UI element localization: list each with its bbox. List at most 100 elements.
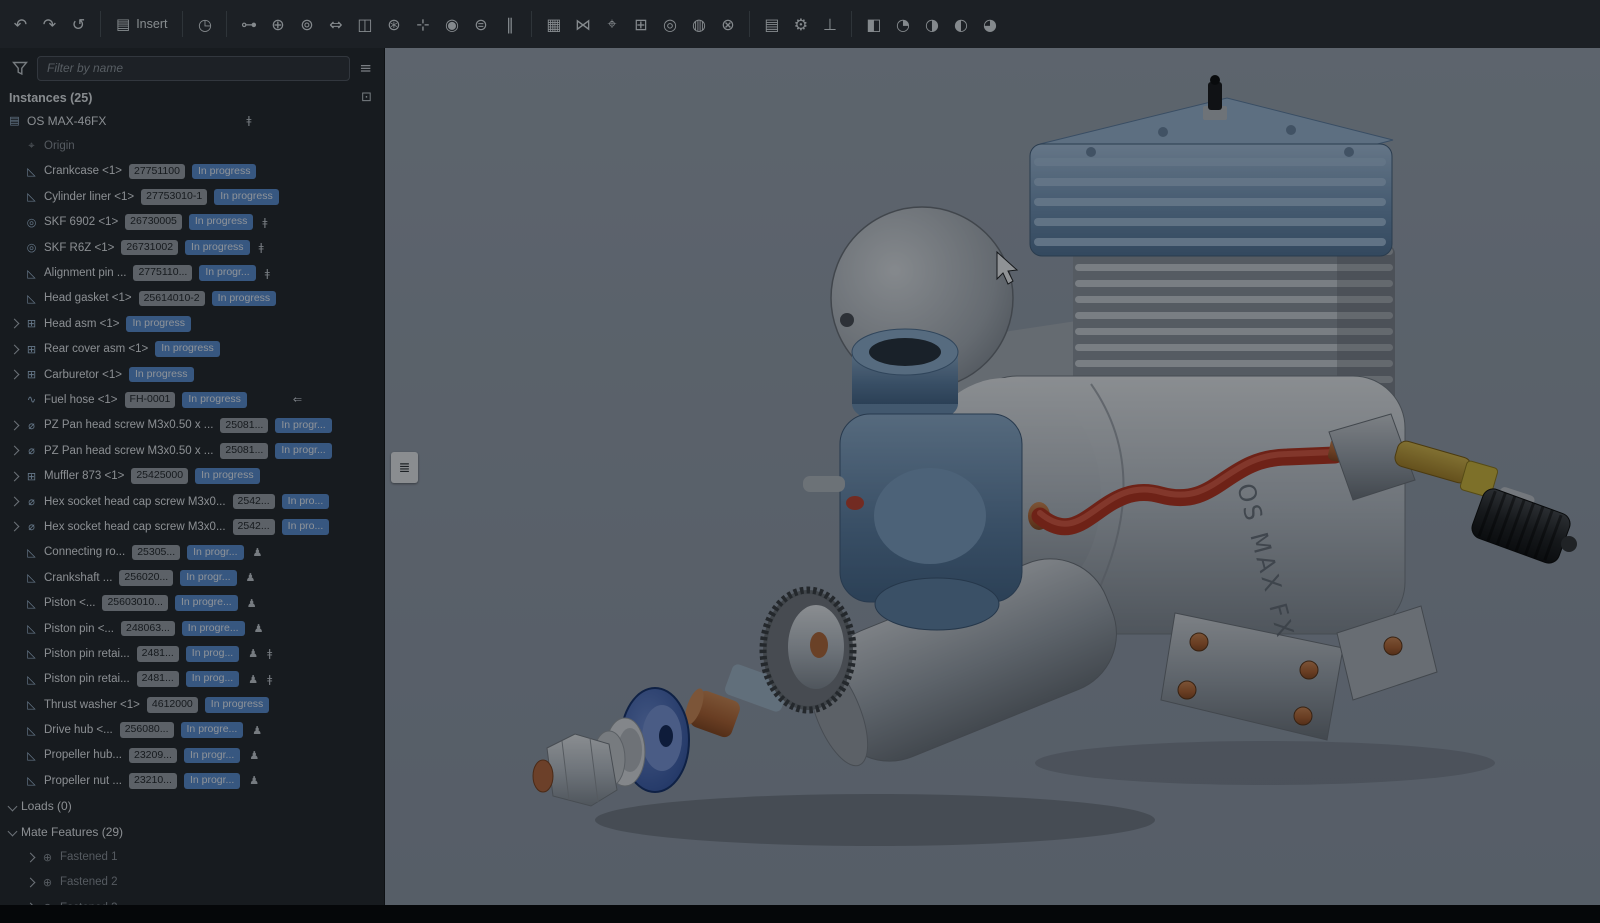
bom-icon[interactable]: ▤ — [757, 9, 786, 39]
tree-row[interactable]: ⊞Head asm <1>In progress — [0, 311, 384, 336]
status-badge: In progress — [126, 316, 191, 332]
undo-icon[interactable]: ↶ — [6, 9, 35, 39]
parallel-mate-icon[interactable]: ∥ — [495, 9, 524, 39]
expand-chevron[interactable] — [10, 370, 20, 380]
tree-row[interactable]: ◺Piston pin <...248063...In progre...♟ — [0, 616, 384, 641]
top-toolbar: ↶↷↺ ▤ Insert ◷ ⊶⊕⊚⇔◫⊛⊹◉⊜∥ ▦⋈⌖⊞◎◍⊗ ▤⚙⊥ ◧◔◑◐◕ — [0, 0, 1600, 48]
expand-chevron[interactable] — [10, 446, 20, 456]
expand-chevron[interactable] — [10, 420, 20, 430]
section-view-icon[interactable]: ◧ — [859, 9, 888, 39]
explode-icon[interactable]: ⊗ — [713, 9, 742, 39]
tree-row[interactable]: ⊕Fastened 2 — [0, 870, 384, 895]
needle-knob[interactable] — [1469, 486, 1573, 566]
tree-row[interactable]: ⊞Muffler 873 <1>25425000In progress — [0, 463, 384, 488]
linear-pattern-icon[interactable]: ⊞ — [626, 9, 655, 39]
expand-chevron[interactable] — [26, 877, 36, 887]
item-label: PZ Pan head screw M3x0.50 x ... — [44, 445, 213, 457]
tree-row[interactable]: ◎SKF 6902 <1>26730005In progressǂ — [0, 210, 384, 235]
drive-hub[interactable] — [763, 590, 853, 710]
filter-funnel-icon[interactable] — [12, 60, 28, 76]
fastened-mate-icon[interactable]: ⊕ — [263, 9, 292, 39]
tree-section-row[interactable]: Mate Features (29) — [0, 819, 384, 844]
expand-chevron[interactable] — [10, 522, 20, 532]
prop-nut[interactable] — [547, 734, 617, 806]
tree-row[interactable]: ◺Crankcase <1>27751100In progress — [0, 159, 384, 184]
tree-row[interactable]: ◺Piston pin retai...2481...In prog...♟ǂ — [0, 641, 384, 666]
tree-row[interactable]: ◺Propeller nut ...23210...In progr...♟ — [0, 768, 384, 793]
tree-row[interactable]: ◺Piston pin retai...2481...In prog...♟ǂ — [0, 667, 384, 692]
tangent-mate-icon[interactable]: ⊜ — [466, 9, 495, 39]
prop-shaft-assembly[interactable] — [533, 590, 853, 806]
pin-slot-mate-icon[interactable]: ⊹ — [408, 9, 437, 39]
glow-plug[interactable] — [1203, 75, 1227, 120]
chevron-gutter — [4, 828, 21, 835]
status-badge: In pro... — [282, 494, 330, 510]
list-view-icon[interactable]: ≡ — [359, 59, 372, 77]
expand-chevron[interactable] — [8, 801, 18, 811]
tree-row[interactable]: ◎SKF R6Z <1>26731002In progressǂ — [0, 235, 384, 260]
circular-pattern-icon[interactable]: ◎ — [655, 9, 684, 39]
expand-chevron[interactable] — [10, 497, 20, 507]
viewport[interactable]: OS MAX FX — [385, 48, 1600, 905]
cylinder-head[interactable] — [1030, 75, 1393, 256]
revolute-mate-icon[interactable]: ⊚ — [292, 9, 321, 39]
tree-row[interactable]: ⌀PZ Pan head screw M3x0.50 x ...25081...… — [0, 413, 384, 438]
redo-icon[interactable]: ↷ — [35, 9, 64, 39]
tree-row[interactable]: ◺Head gasket <1>25614010-2In progress — [0, 286, 384, 311]
planar-mate-icon[interactable]: ◫ — [350, 9, 379, 39]
tree-row[interactable]: ◺Piston <...25603010...In progre...♟ — [0, 590, 384, 615]
tree-row[interactable]: ◺Thrust washer <1>4612000In progress — [0, 692, 384, 717]
tree-row[interactable]: ⊕Fastened 3 — [0, 895, 384, 905]
tree-section-row[interactable]: Loads (0) — [0, 794, 384, 819]
filter-input[interactable] — [37, 56, 350, 81]
measure-icon[interactable]: ⊥ — [815, 9, 844, 39]
tree-row[interactable]: ⊕Fastened 1 — [0, 844, 384, 869]
tree-row[interactable]: ▤OS MAX-46FXǂ — [0, 108, 384, 133]
tree-row[interactable]: ⌀Hex socket head cap screw M3x0...2542..… — [0, 489, 384, 514]
expand-chevron[interactable] — [10, 319, 20, 329]
expand-chevron[interactable] — [26, 852, 36, 862]
person-icon: ♟ — [249, 774, 259, 787]
mate-connector-icon[interactable]: ⌖ — [597, 9, 626, 39]
slider-mate-icon[interactable]: ⇔ — [321, 9, 350, 39]
insert-button[interactable]: ▤ Insert — [108, 8, 175, 40]
tree-row[interactable]: ◺Connecting ro...25305...In progr...♟ — [0, 540, 384, 565]
group-icon[interactable]: ▦ — [539, 9, 568, 39]
part-number-chip: 25614010-2 — [139, 291, 205, 307]
tree-row[interactable]: ◺Propeller hub...23209...In progr...♟ — [0, 743, 384, 768]
3d-viewport-canvas[interactable]: OS MAX FX — [385, 48, 1600, 905]
transparency-icon[interactable]: ◐ — [946, 9, 975, 39]
part-number-chip: FH-0001 — [125, 392, 176, 408]
replicate-icon[interactable]: ◍ — [684, 9, 713, 39]
ball-mate-icon[interactable]: ◉ — [437, 9, 466, 39]
isolate-icon[interactable]: ◔ — [888, 9, 917, 39]
tree-row[interactable]: ◺Crankshaft ...256020...In progr...♟ — [0, 565, 384, 590]
sync-icon[interactable]: ↺ — [64, 9, 93, 39]
tree-row[interactable]: ∿Fuel hose <1>FH-0001In progress⇐ — [0, 387, 384, 412]
assembly-tree-toggle-button[interactable]: ≣ — [391, 452, 418, 483]
tree-row[interactable]: ⊞Rear cover asm <1>In progress — [0, 337, 384, 362]
item-label: Drive hub <... — [44, 724, 113, 736]
expand-chevron[interactable] — [10, 471, 20, 481]
engine-model[interactable]: OS MAX FX — [533, 75, 1577, 846]
expand-chevron[interactable] — [8, 827, 18, 837]
chevron-gutter — [6, 473, 23, 480]
appearance-icon[interactable]: ◕ — [975, 9, 1004, 39]
tree-row[interactable]: ⌀PZ Pan head screw M3x0.50 x ...25081...… — [0, 438, 384, 463]
tree-row[interactable]: ⌀Hex socket head cap screw M3x0...2542..… — [0, 514, 384, 539]
item-label: Crankshaft ... — [44, 572, 112, 584]
tree-row[interactable]: ⊞Carburetor <1>In progress — [0, 362, 384, 387]
person-icon: ♟ — [253, 546, 263, 559]
interference-icon[interactable]: ⚙ — [786, 9, 815, 39]
tree-row[interactable]: ◺Drive hub <...256080...In progre...♟ — [0, 717, 384, 742]
insert-instance-icon[interactable]: ⊡ — [361, 90, 372, 105]
expand-chevron[interactable] — [10, 344, 20, 354]
cylindrical-mate-icon[interactable]: ⊛ — [379, 9, 408, 39]
history-icon[interactable]: ◷ — [190, 9, 219, 39]
tree-row[interactable]: ◺Cylinder liner <1>27753010-1In progress — [0, 184, 384, 209]
hide-others-icon[interactable]: ◑ — [917, 9, 946, 39]
tree-row[interactable]: ◺Alignment pin ...2775110...In progr...ǂ — [0, 260, 384, 285]
tree-row[interactable]: ⌖Origin — [0, 133, 384, 158]
relations-icon[interactable]: ⋈ — [568, 9, 597, 39]
mate-icon[interactable]: ⊶ — [234, 9, 263, 39]
